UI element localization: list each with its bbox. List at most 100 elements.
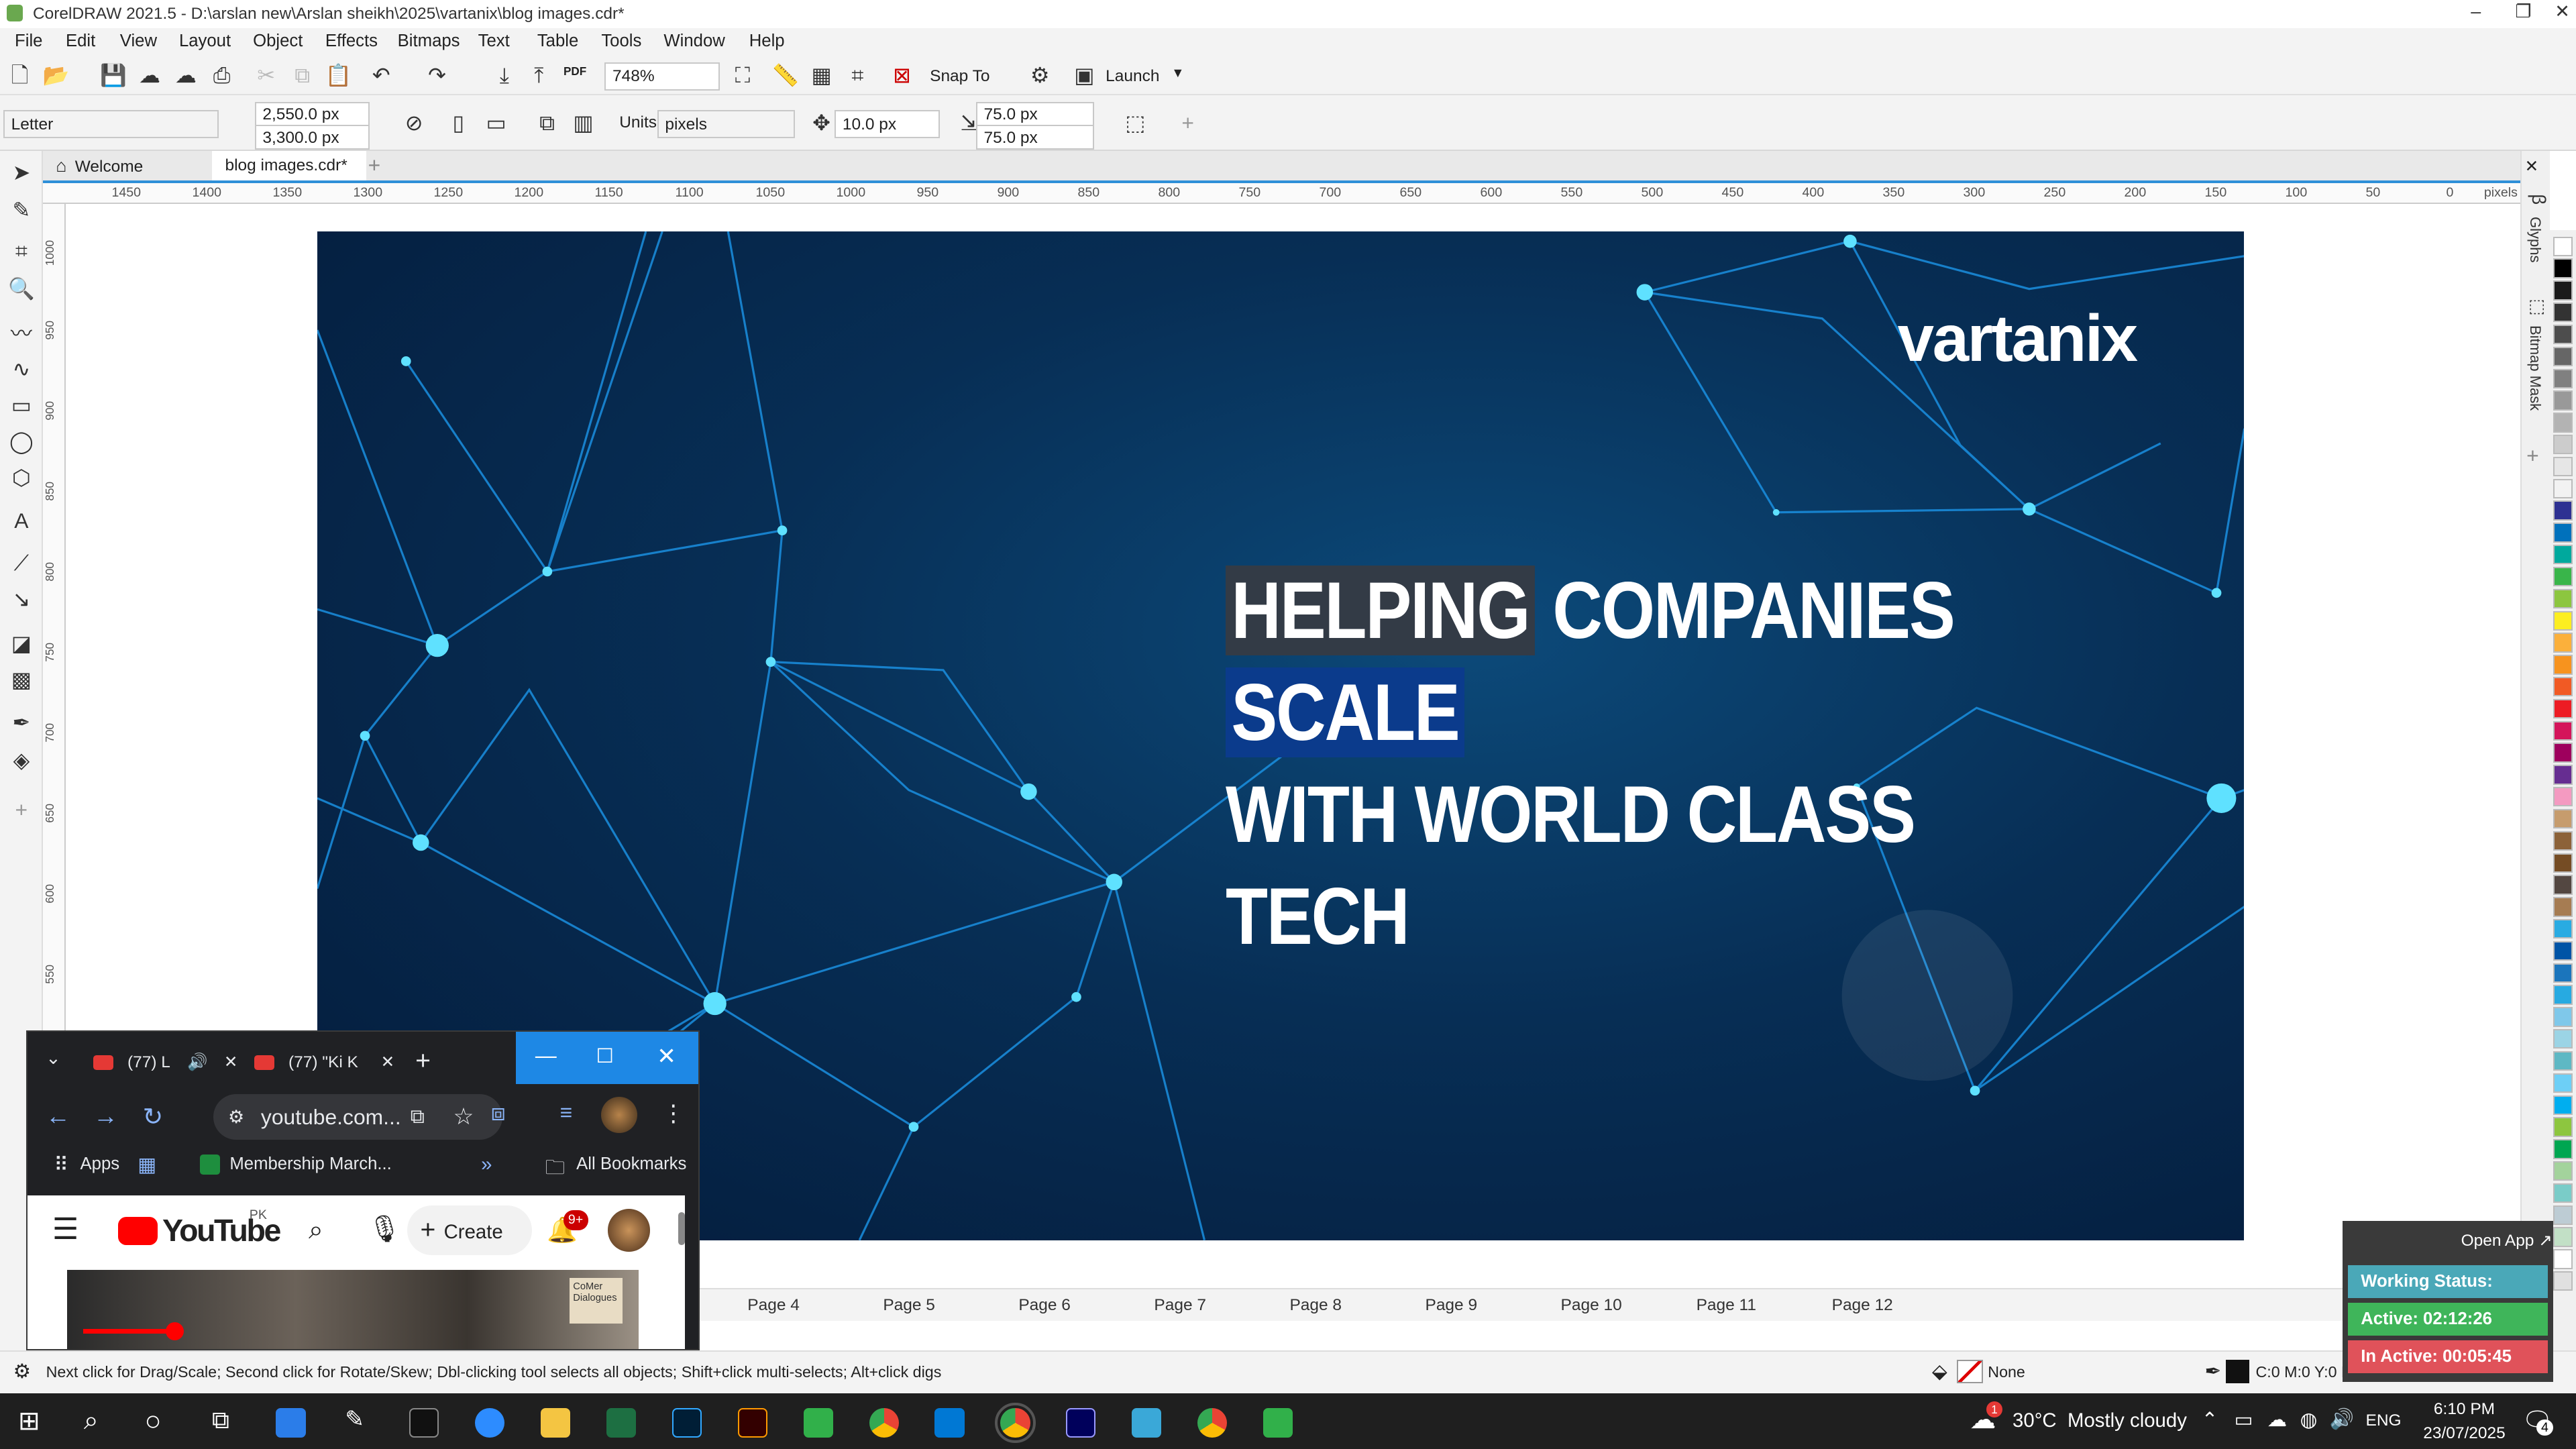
apps-icon[interactable]: ⠿	[54, 1153, 68, 1177]
color-swatch[interactable]	[2553, 963, 2573, 983]
chrome-window[interactable]: ⌄ (77) L 🔊 ✕ (77) "Ki K ✕ + — ☐ ✕ ← → ↻ …	[26, 1030, 700, 1351]
color-swatch[interactable]	[2553, 390, 2573, 411]
color-swatch[interactable]	[2553, 1227, 2573, 1247]
close-tab-1-icon[interactable]: ✕	[224, 1053, 238, 1071]
color-swatch[interactable]	[2553, 1139, 2573, 1159]
chrome-active-icon[interactable]	[994, 1401, 1036, 1444]
pen-app-icon[interactable]: ✎	[345, 1406, 364, 1433]
color-swatch[interactable]	[2553, 698, 2573, 719]
full-screen-icon[interactable]: ⛶	[729, 62, 755, 89]
language-indicator[interactable]: ENG	[2366, 1411, 2402, 1430]
coreldraw-icon[interactable]	[803, 1407, 833, 1438]
color-swatch[interactable]	[2553, 456, 2573, 477]
menu-effects[interactable]: Effects	[325, 32, 378, 51]
open-app-link[interactable]: Open App ↗	[2461, 1230, 2553, 1250]
hamburger-menu-icon[interactable]: ☰	[52, 1212, 79, 1246]
show-guidelines-icon[interactable]: ⌗	[845, 62, 871, 89]
duplicate-x-field[interactable]: 75.0 px	[975, 101, 1095, 127]
page-tab[interactable]: Page 5	[883, 1296, 935, 1315]
color-swatch[interactable]	[2553, 610, 2573, 631]
task-view-icon[interactable]: ⧉	[212, 1406, 229, 1435]
color-swatch[interactable]	[2553, 236, 2573, 257]
file-explorer-icon[interactable]	[540, 1407, 570, 1438]
extensions-icon[interactable]: ⧈	[491, 1100, 506, 1126]
show-rulers-icon[interactable]: 📏	[772, 62, 799, 89]
menu-table[interactable]: Table	[537, 32, 578, 51]
horizontal-ruler[interactable]: 1450 1400 1350 1300 1250 1200 1150 1100 1050 1000…	[42, 180, 2520, 204]
color-swatch[interactable]	[2553, 303, 2573, 323]
color-swatch[interactable]	[2553, 676, 2573, 697]
save-icon[interactable]: 💾	[100, 62, 127, 89]
export-icon[interactable]: ⤒	[526, 62, 552, 89]
address-bar[interactable]: ⚙ youtube.com... ⧉ ☆	[213, 1093, 502, 1140]
color-swatch[interactable]	[2553, 787, 2573, 807]
shadow-tool-icon[interactable]: ◪	[8, 631, 34, 657]
crop-tool-icon[interactable]: ⌗	[8, 238, 34, 264]
tray-onedrive-icon[interactable]: ☁	[2267, 1408, 2287, 1432]
color-swatch[interactable]	[2553, 875, 2573, 895]
cloud-download-icon[interactable]: ☁	[172, 62, 199, 89]
photoshop-icon[interactable]	[672, 1407, 702, 1438]
color-swatch[interactable]	[2553, 808, 2573, 829]
new-document-icon[interactable]: 🗋	[7, 62, 33, 89]
color-swatch[interactable]	[2553, 478, 2573, 498]
copy-icon[interactable]: ⧉	[289, 62, 315, 89]
chrome-maximize-icon[interactable]: ☐	[596, 1044, 614, 1068]
interactive-fill-icon[interactable]: ◈	[8, 747, 34, 773]
dimension-tool-icon[interactable]: ⟋	[8, 550, 34, 576]
tab-welcome-screen[interactable]: ⌂Welcome Screen	[43, 151, 212, 205]
weather-text[interactable]: 30°C Mostly cloudy	[2012, 1409, 2187, 1432]
restore-icon[interactable]: ❐	[2515, 1, 2531, 22]
snap-off-icon[interactable]: ⊠	[889, 62, 915, 89]
color-swatch[interactable]	[2553, 566, 2573, 587]
current-page-icon[interactable]: ⧉	[534, 110, 560, 136]
page-tab[interactable]: Page 7	[1154, 1296, 1206, 1315]
portrait-icon[interactable]: ▯	[445, 110, 472, 136]
zoom-level-field[interactable]: 748%	[604, 62, 720, 91]
menu-text[interactable]: Text	[478, 32, 510, 51]
install-app-icon[interactable]: ⧉	[411, 1094, 425, 1140]
color-swatch[interactable]	[2553, 853, 2573, 873]
paste-icon[interactable]: 📋	[325, 62, 352, 89]
color-swatch[interactable]	[2553, 655, 2573, 675]
color-swatch[interactable]	[2553, 1205, 2573, 1225]
color-swatch[interactable]	[2553, 743, 2573, 763]
color-swatch[interactable]	[2553, 720, 2573, 741]
bookmark-membership[interactable]: Membership March...	[229, 1155, 391, 1174]
units-select[interactable]: pixels	[657, 110, 796, 138]
rectangle-tool-icon[interactable]: ▭	[8, 392, 34, 419]
coreldraw-2-icon[interactable]	[1263, 1407, 1293, 1438]
color-swatch[interactable]	[2553, 830, 2573, 851]
status-gear-icon[interactable]: ⚙	[13, 1360, 31, 1383]
menu-file[interactable]: File	[15, 32, 42, 51]
more-bookmarks-icon[interactable]: »	[481, 1153, 492, 1176]
tray-device-icon[interactable]: ▭	[2235, 1408, 2253, 1432]
nudge-distance-field[interactable]: 10.0 px	[835, 110, 940, 138]
excel-icon[interactable]	[606, 1407, 636, 1438]
start-windows-icon[interactable]: ⊞	[18, 1406, 40, 1436]
menu-layout[interactable]: Layout	[179, 32, 231, 51]
search-icon[interactable]: ⌕	[309, 1216, 323, 1245]
options-gear-icon[interactable]: ⚙	[1027, 62, 1053, 89]
youtube-avatar[interactable]	[607, 1208, 651, 1252]
tab-groups-icon[interactable]: ▦	[138, 1153, 156, 1177]
docker-tab-glyphs[interactable]: Glyphs	[2526, 217, 2544, 263]
color-swatch[interactable]	[2553, 1051, 2573, 1071]
docker-tab-bitmap-mask[interactable]: Bitmap Mask	[2526, 325, 2544, 411]
terminal-icon[interactable]	[409, 1407, 439, 1438]
add-tool-icon[interactable]: +	[8, 797, 34, 823]
color-swatch[interactable]	[2553, 413, 2573, 433]
color-swatch[interactable]	[2553, 280, 2573, 301]
menu-view[interactable]: View	[120, 32, 157, 51]
shape-tool-icon[interactable]: ✎	[8, 197, 34, 223]
color-swatch[interactable]	[2553, 941, 2573, 961]
freehand-tool-icon[interactable]: 〰	[8, 321, 34, 347]
color-swatch[interactable]	[2553, 523, 2573, 543]
page-layout-icon[interactable]: ▥	[570, 110, 596, 136]
page-tab[interactable]: Page 6	[1018, 1296, 1071, 1315]
color-swatch[interactable]	[2553, 765, 2573, 785]
docker-close-icon[interactable]: ✕	[2525, 156, 2539, 176]
volume-icon[interactable]: 🔊	[2330, 1408, 2355, 1431]
outline-color-swatch[interactable]	[2226, 1360, 2249, 1383]
chrome-menu-icon[interactable]: ⋮	[661, 1100, 684, 1127]
